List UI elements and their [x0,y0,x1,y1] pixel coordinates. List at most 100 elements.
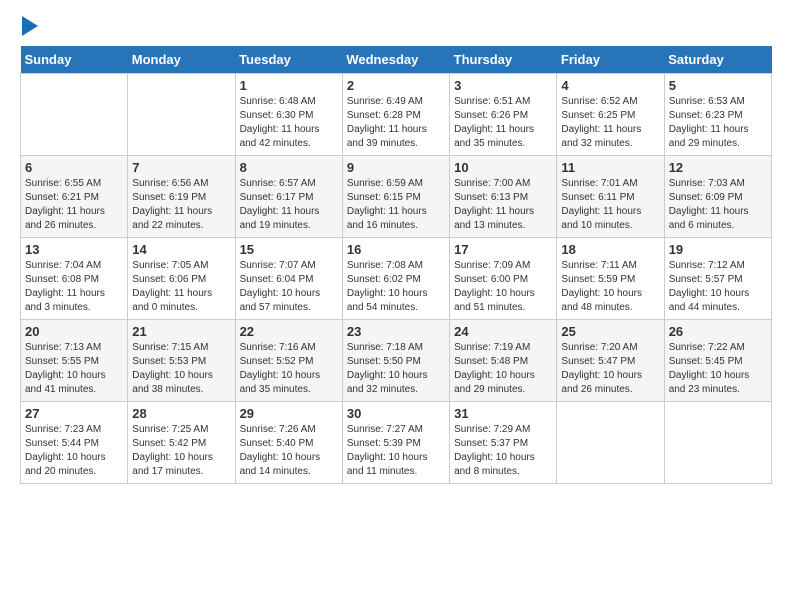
calendar-cell: 18 Sunrise: 7:11 AM Sunset: 5:59 PM Dayli… [557,238,664,320]
day-info: Sunrise: 7:26 AM Sunset: 5:40 PM Dayligh… [240,423,338,479]
day-info: Sunrise: 7:01 AM Sunset: 6:11 PM Dayligh… [561,177,659,233]
day-info: Sunrise: 6:48 AM Sunset: 6:30 PM Dayligh… [240,95,338,151]
calendar-cell: 2 Sunrise: 6:49 AM Sunset: 6:28 PM Daylig… [342,74,449,156]
day-number: 24 [454,324,552,339]
day-info: Sunrise: 6:57 AM Sunset: 6:17 PM Dayligh… [240,177,338,233]
calendar-cell: 9 Sunrise: 6:59 AM Sunset: 6:15 PM Daylig… [342,156,449,238]
calendar-cell: 12 Sunrise: 7:03 AM Sunset: 6:09 PM Dayli… [664,156,771,238]
day-number: 7 [132,160,230,175]
day-number: 31 [454,406,552,421]
day-number: 21 [132,324,230,339]
calendar-cell: 29 Sunrise: 7:26 AM Sunset: 5:40 PM Dayli… [235,402,342,484]
calendar-cell: 27 Sunrise: 7:23 AM Sunset: 5:44 PM Dayli… [21,402,128,484]
day-info: Sunrise: 7:23 AM Sunset: 5:44 PM Dayligh… [25,423,123,479]
day-info: Sunrise: 7:15 AM Sunset: 5:53 PM Dayligh… [132,341,230,397]
calendar-cell: 4Sunrise: 6:52 AM Sunset: 6:25 PM Daylig… [557,74,664,156]
day-info: Sunrise: 6:56 AM Sunset: 6:19 PM Dayligh… [132,177,230,233]
day-header-monday: Monday [128,46,235,74]
calendar-cell: 7 Sunrise: 6:56 AM Sunset: 6:19 PM Daylig… [128,156,235,238]
day-number: 15 [240,242,338,257]
day-number: 11 [561,160,659,175]
day-number: 30 [347,406,445,421]
calendar-cell: 6 Sunrise: 6:55 AM Sunset: 6:21 PM Daylig… [21,156,128,238]
day-info: Sunrise: 7:18 AM Sunset: 5:50 PM Dayligh… [347,341,445,397]
day-number: 14 [132,242,230,257]
day-number: 27 [25,406,123,421]
day-header-friday: Friday [557,46,664,74]
day-info: Sunrise: 6:49 AM Sunset: 6:28 PM Dayligh… [347,95,445,151]
day-info: Sunrise: 7:11 AM Sunset: 5:59 PM Dayligh… [561,259,659,315]
day-number: 2 [347,78,445,93]
day-number: 13 [25,242,123,257]
day-info: Sunrise: 7:00 AM Sunset: 6:13 PM Dayligh… [454,177,552,233]
day-info: Sunrise: 6:52 AM Sunset: 6:25 PM Dayligh… [561,95,659,151]
day-info: Sunrise: 6:55 AM Sunset: 6:21 PM Dayligh… [25,177,123,233]
day-number: 8 [240,160,338,175]
calendar-cell: 28Sunrise: 7:25 AM Sunset: 5:42 PM Dayli… [128,402,235,484]
day-info: Sunrise: 6:51 AM Sunset: 6:26 PM Dayligh… [454,95,552,151]
calendar-cell [128,74,235,156]
day-info: Sunrise: 7:09 AM Sunset: 6:00 PM Dayligh… [454,259,552,315]
day-number: 26 [669,324,767,339]
day-number: 6 [25,160,123,175]
calendar-cell: 31 Sunrise: 7:29 AM Sunset: 5:37 PM Dayli… [450,402,557,484]
calendar-cell: 14 Sunrise: 7:05 AM Sunset: 6:06 PM Dayli… [128,238,235,320]
calendar-cell [664,402,771,484]
calendar-cell: 30 Sunrise: 7:27 AM Sunset: 5:39 PM Dayli… [342,402,449,484]
day-header-saturday: Saturday [664,46,771,74]
day-info: Sunrise: 7:20 AM Sunset: 5:47 PM Dayligh… [561,341,659,397]
day-info: Sunrise: 7:27 AM Sunset: 5:39 PM Dayligh… [347,423,445,479]
day-info: Sunrise: 7:16 AM Sunset: 5:52 PM Dayligh… [240,341,338,397]
day-info: Sunrise: 7:05 AM Sunset: 6:06 PM Dayligh… [132,259,230,315]
day-info: Sunrise: 7:08 AM Sunset: 6:02 PM Dayligh… [347,259,445,315]
calendar-cell: 19Sunrise: 7:12 AM Sunset: 5:57 PM Dayli… [664,238,771,320]
calendar-cell: 13 Sunrise: 7:04 AM Sunset: 6:08 PM Dayli… [21,238,128,320]
day-number: 20 [25,324,123,339]
day-info: Sunrise: 7:04 AM Sunset: 6:08 PM Dayligh… [25,259,123,315]
calendar-cell: 11 Sunrise: 7:01 AM Sunset: 6:11 PM Dayli… [557,156,664,238]
day-number: 18 [561,242,659,257]
logo [20,20,38,36]
calendar-cell: 22 Sunrise: 7:16 AM Sunset: 5:52 PM Dayli… [235,320,342,402]
day-number: 16 [347,242,445,257]
calendar-cell: 1 Sunrise: 6:48 AM Sunset: 6:30 PM Daylig… [235,74,342,156]
day-info: Sunrise: 7:29 AM Sunset: 5:37 PM Dayligh… [454,423,552,479]
week-row-3: 13 Sunrise: 7:04 AM Sunset: 6:08 PM Dayli… [21,238,772,320]
calendar-cell: 24 Sunrise: 7:19 AM Sunset: 5:48 PM Dayli… [450,320,557,402]
day-info: Sunrise: 6:59 AM Sunset: 6:15 PM Dayligh… [347,177,445,233]
day-number: 17 [454,242,552,257]
calendar-cell [21,74,128,156]
day-number: 10 [454,160,552,175]
day-info: Sunrise: 7:22 AM Sunset: 5:45 PM Dayligh… [669,341,767,397]
day-number: 3 [454,78,552,93]
day-info: Sunrise: 7:07 AM Sunset: 6:04 PM Dayligh… [240,259,338,315]
calendar-cell: 3 Sunrise: 6:51 AM Sunset: 6:26 PM Daylig… [450,74,557,156]
day-number: 19 [669,242,767,257]
day-info: Sunrise: 6:53 AM Sunset: 6:23 PM Dayligh… [669,95,767,151]
calendar-cell: 20 Sunrise: 7:13 AM Sunset: 5:55 PM Dayli… [21,320,128,402]
day-number: 29 [240,406,338,421]
day-number: 22 [240,324,338,339]
day-number: 25 [561,324,659,339]
calendar-cell: 21 Sunrise: 7:15 AM Sunset: 5:53 PM Dayli… [128,320,235,402]
day-number: 23 [347,324,445,339]
day-info: Sunrise: 7:03 AM Sunset: 6:09 PM Dayligh… [669,177,767,233]
day-number: 28 [132,406,230,421]
day-number: 9 [347,160,445,175]
day-number: 1 [240,78,338,93]
week-row-4: 20 Sunrise: 7:13 AM Sunset: 5:55 PM Dayli… [21,320,772,402]
calendar-cell [557,402,664,484]
calendar-cell: 5Sunrise: 6:53 AM Sunset: 6:23 PM Daylig… [664,74,771,156]
calendar-cell: 16 Sunrise: 7:08 AM Sunset: 6:02 PM Dayli… [342,238,449,320]
day-header-sunday: Sunday [21,46,128,74]
page-header [20,20,772,36]
calendar-cell: 15 Sunrise: 7:07 AM Sunset: 6:04 PM Dayli… [235,238,342,320]
day-info: Sunrise: 7:13 AM Sunset: 5:55 PM Dayligh… [25,341,123,397]
day-number: 12 [669,160,767,175]
day-info: Sunrise: 7:19 AM Sunset: 5:48 PM Dayligh… [454,341,552,397]
calendar-table: SundayMondayTuesdayWednesdayThursdayFrid… [20,46,772,484]
day-header-thursday: Thursday [450,46,557,74]
calendar-cell: 26 Sunrise: 7:22 AM Sunset: 5:45 PM Dayli… [664,320,771,402]
calendar-cell: 17 Sunrise: 7:09 AM Sunset: 6:00 PM Dayli… [450,238,557,320]
calendar-cell: 25 Sunrise: 7:20 AM Sunset: 5:47 PM Dayli… [557,320,664,402]
